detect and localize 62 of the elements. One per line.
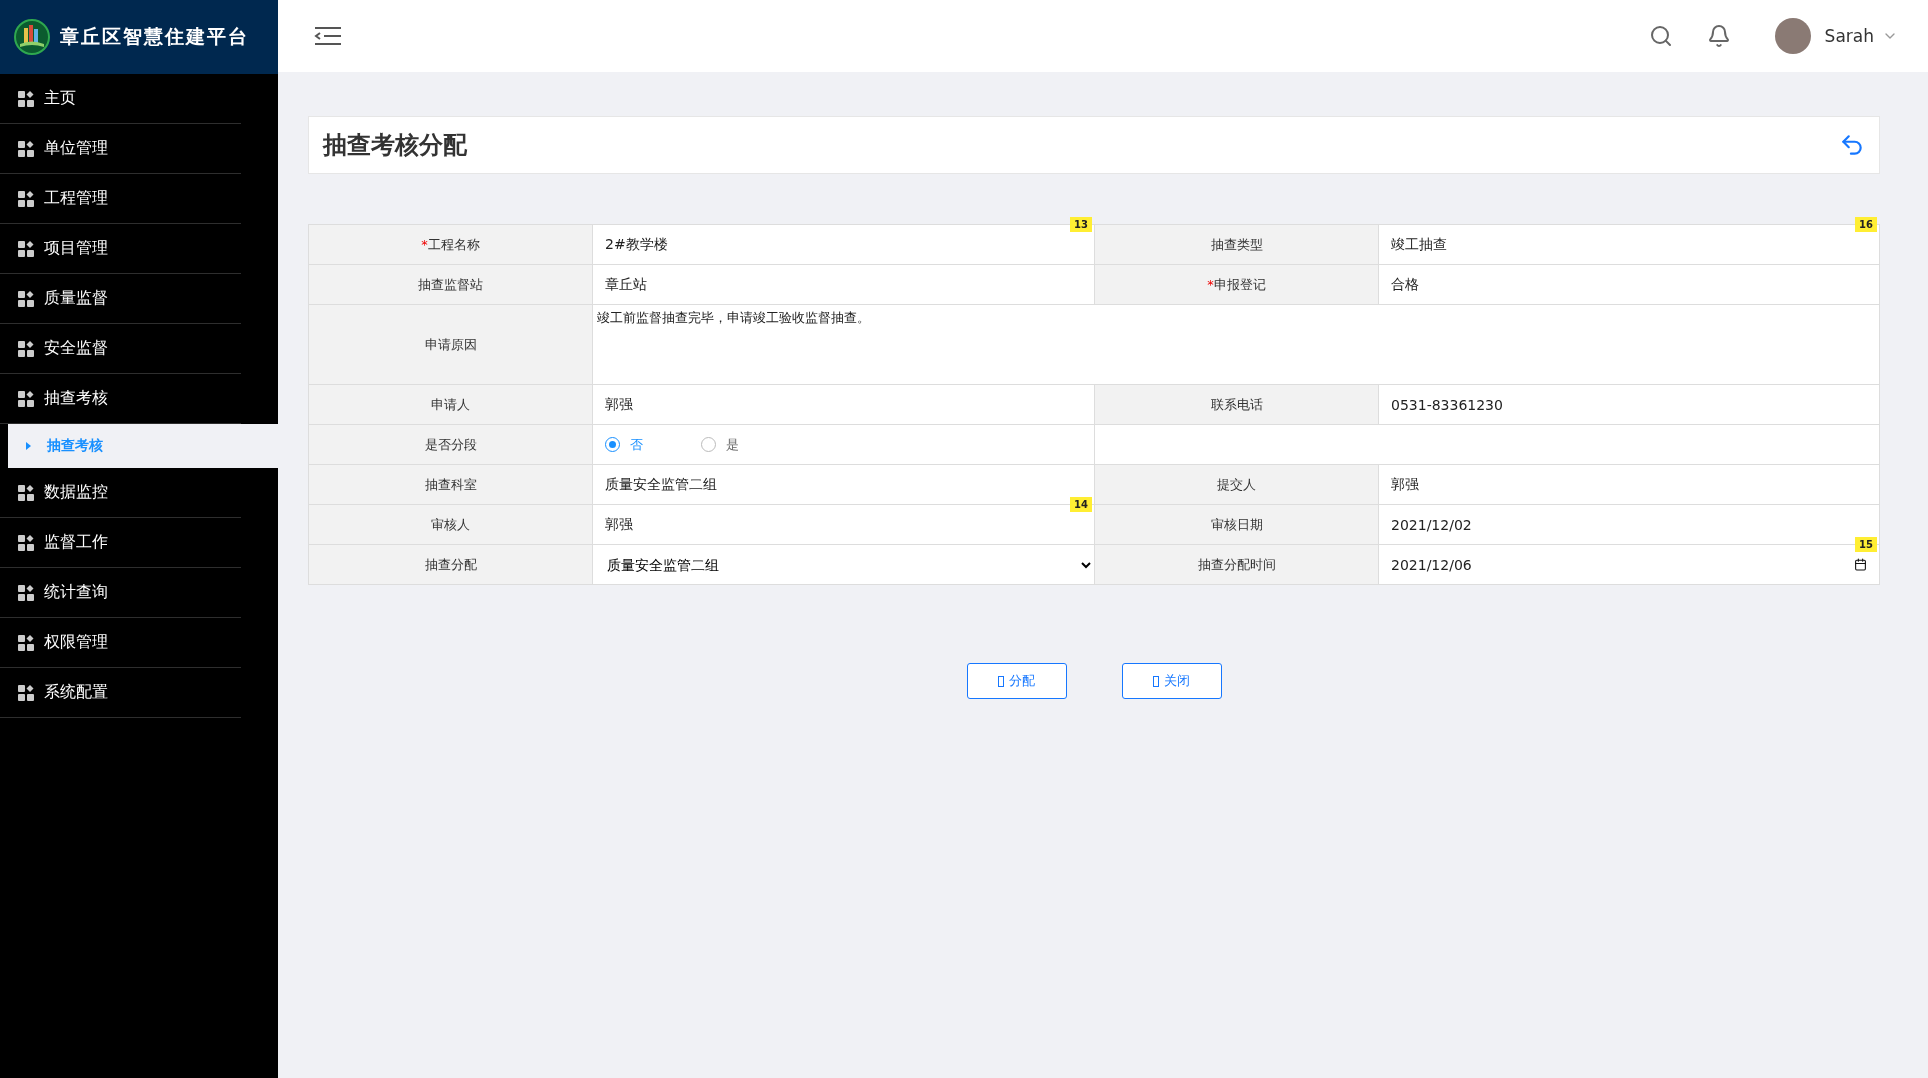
page-title: 抽查考核分配	[323, 130, 468, 161]
grid-icon	[18, 684, 34, 701]
field-label: 审核日期	[1095, 505, 1379, 545]
sidebar-item[interactable]: 单位管理	[0, 124, 241, 174]
user-name[interactable]: Sarah	[1824, 26, 1874, 46]
number-badge: 13	[1070, 217, 1092, 232]
brand-title: 章丘区智慧住建平台	[60, 24, 249, 49]
sidebar-item[interactable]: 主页	[0, 74, 241, 124]
field-label: 审核人	[309, 505, 593, 545]
field-label: 提交人	[1095, 465, 1379, 505]
text-field[interactable]: 郭强	[1379, 465, 1879, 504]
sidebar-item[interactable]: 监督工作	[0, 518, 241, 568]
search-icon[interactable]	[1648, 24, 1673, 48]
grid-icon	[18, 190, 34, 207]
sidebar-item[interactable]: 权限管理	[0, 618, 241, 668]
field-label: 抽查分配时间	[1095, 545, 1379, 585]
logo-icon	[14, 19, 50, 55]
action-button[interactable]: 关闭	[1121, 663, 1222, 699]
grid-icon	[18, 584, 34, 601]
grid-icon	[18, 634, 34, 651]
grid-icon	[18, 140, 34, 157]
back-icon[interactable]	[1839, 132, 1865, 158]
text-field[interactable]: 章丘站	[593, 265, 1094, 304]
sidebar-item[interactable]: 工程管理	[0, 174, 241, 224]
grid-icon	[18, 340, 34, 357]
avatar[interactable]	[1774, 18, 1811, 54]
box-icon	[1153, 675, 1159, 687]
radio-option[interactable]: 是	[701, 435, 739, 454]
field-label: *工程名称	[309, 225, 593, 265]
menu-icon[interactable]	[314, 26, 342, 46]
bell-icon[interactable]	[1706, 24, 1731, 48]
caret-icon	[26, 442, 31, 450]
field-label: 联系电话	[1095, 385, 1379, 425]
sidebar-item[interactable]: 系统配置	[0, 668, 241, 718]
field-label: 抽查科室	[309, 465, 593, 505]
field-label: 抽查分配	[309, 545, 593, 585]
number-badge: 15	[1855, 537, 1877, 552]
grid-icon	[18, 90, 34, 107]
field-label: 申请原因	[309, 305, 593, 385]
sidebar-item[interactable]: 项目管理	[0, 224, 241, 274]
calendar-icon[interactable]	[1854, 558, 1867, 571]
number-badge: 14	[1070, 497, 1092, 512]
field-label: 是否分段	[309, 425, 593, 465]
sidebar-item[interactable]: 统计查询	[0, 568, 241, 618]
field-label: 抽查类型	[1095, 225, 1379, 265]
box-icon	[998, 675, 1004, 687]
grid-icon	[18, 390, 34, 407]
field-label: 抽查监督站	[309, 265, 593, 305]
text-field[interactable]: 0531-83361230	[1379, 385, 1879, 424]
sidebar-item[interactable]: 安全监督	[0, 324, 241, 374]
sidebar-item[interactable]: 质量监督	[0, 274, 241, 324]
grid-icon	[18, 484, 34, 501]
grid-icon	[18, 240, 34, 257]
field-label: 申请人	[309, 385, 593, 425]
field-label: *申报登记	[1095, 265, 1379, 305]
action-button[interactable]: 分配	[966, 663, 1067, 699]
number-badge: 16	[1855, 217, 1877, 232]
grid-icon	[18, 534, 34, 551]
text-field[interactable]: 合格	[1379, 265, 1879, 304]
text-field[interactable]: 郭强	[593, 385, 1094, 424]
grid-icon	[18, 290, 34, 307]
sidebar-item[interactable]: 数据监控	[0, 468, 241, 518]
